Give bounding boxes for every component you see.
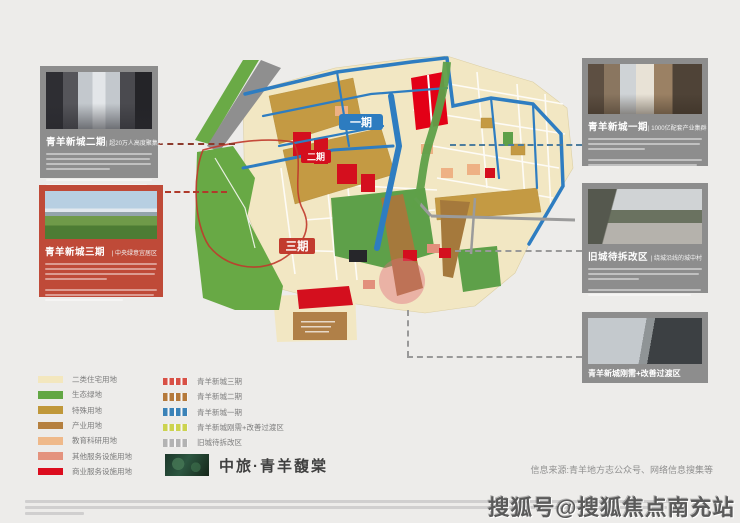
callout-subtitle: | 超20万人高度聚集区 bbox=[106, 138, 164, 147]
connector-transition-h bbox=[407, 356, 582, 358]
legend-item: 特殊用地 bbox=[38, 403, 132, 418]
legend-swatch bbox=[38, 422, 63, 430]
planning-poster: 一期 二期 三期 青羊新城二期 | 超20万人高度聚集区 青羊新城三期 | bbox=[0, 0, 740, 523]
legend-swatch bbox=[163, 378, 188, 386]
callout-qingyang-phase1: 青羊新城一期 | 1000亿配套产业集群 bbox=[582, 58, 708, 166]
legend-land-use: 二类住宅用地 生态绿地 特殊用地 产业用地 教育科研用地 其他服务设施用地 商业… bbox=[38, 372, 132, 479]
callout-transition-zone: 青羊新城刚需+改善过渡区 bbox=[582, 312, 708, 383]
legend-swatch bbox=[38, 452, 63, 460]
connector-oldtown bbox=[455, 250, 582, 252]
legend-item: 商业服务设施用地 bbox=[38, 464, 132, 479]
brand-logo: 中旅·青羊馥棠 bbox=[165, 454, 328, 476]
legend-swatch bbox=[163, 424, 188, 432]
phase2-label: 二期 bbox=[307, 151, 325, 162]
connector-qy3 bbox=[165, 191, 227, 193]
legend-item: 旧城待拆改区 bbox=[163, 435, 284, 450]
photo-old-town bbox=[588, 189, 702, 244]
legend-swatch bbox=[38, 437, 63, 445]
callout-body-placeholder bbox=[588, 268, 702, 296]
phase3-badge: 三期 bbox=[279, 238, 315, 254]
logo-text: 中旅·青羊馥棠 bbox=[219, 455, 328, 476]
legend-swatch bbox=[163, 408, 188, 416]
legend-item: 二类住宅用地 bbox=[38, 372, 132, 387]
callout-old-town: 旧城待拆改区 | 绕城沿线的城中村 bbox=[582, 183, 708, 293]
callout-title: 青羊新城一期 bbox=[588, 119, 648, 133]
callout-title: 青羊新城二期 bbox=[46, 134, 106, 148]
info-source: 信息来源:青羊地方志公众号、网络信息搜集等 bbox=[530, 463, 713, 476]
land-use-map: 一期 二期 三期 bbox=[185, 48, 575, 348]
legend-item: 青羊新城刚需+改善过渡区 bbox=[163, 420, 284, 435]
legend-swatch bbox=[38, 468, 63, 476]
connector-qy1 bbox=[450, 144, 582, 146]
legend-phases: 青羊新城三期 青羊新城二期 青羊新城一期 青羊新城刚需+改善过渡区 旧城待拆改区 bbox=[163, 374, 284, 450]
photo-transition bbox=[588, 318, 702, 364]
legend-item: 教育科研用地 bbox=[38, 433, 132, 448]
photo-phase2 bbox=[46, 72, 152, 129]
legend-swatch bbox=[163, 439, 188, 447]
legend-item: 其他服务设施用地 bbox=[38, 448, 132, 463]
phase1-badge: 一期 bbox=[339, 114, 383, 130]
legend-item: 青羊新城一期 bbox=[163, 405, 284, 420]
phase2-badge: 二期 bbox=[301, 150, 331, 163]
phase3-label: 三期 bbox=[286, 239, 309, 253]
legend-item: 青羊新城三期 bbox=[163, 374, 284, 389]
connector-transition-v bbox=[407, 310, 409, 357]
green-area-east bbox=[457, 246, 501, 292]
callout-subtitle: | 1000亿配套产业集群 bbox=[648, 123, 707, 132]
legend-item: 产业用地 bbox=[38, 418, 132, 433]
legend-item: 青羊新城二期 bbox=[163, 389, 284, 404]
watermark: 搜狐号@搜狐焦点南充站 bbox=[488, 491, 735, 522]
callout-body-placeholder bbox=[46, 153, 152, 186]
legend-swatch bbox=[163, 393, 188, 401]
legend-swatch bbox=[38, 406, 63, 414]
project-highlight bbox=[379, 258, 425, 304]
legend-swatch bbox=[38, 391, 63, 399]
legend-swatch bbox=[38, 376, 63, 384]
dark-parcel bbox=[349, 250, 367, 262]
photo-phase3 bbox=[45, 191, 157, 239]
callout-subtitle: | 绕城沿线的城中村 bbox=[651, 253, 702, 262]
logo-image bbox=[165, 454, 209, 476]
callout-title: 青羊新城三期 bbox=[45, 244, 105, 258]
callout-body-placeholder bbox=[45, 263, 157, 301]
callout-qingyang-phase2: 青羊新城二期 | 超20万人高度聚集区 bbox=[40, 66, 158, 178]
callout-qingyang-phase3: 青羊新城三期 | 中央绿意宜居区 bbox=[39, 185, 163, 297]
callout-title: 青羊新城刚需+改善过渡区 bbox=[588, 368, 702, 379]
callout-body-placeholder bbox=[588, 138, 702, 166]
callout-subtitle: | 中央绿意宜居区 bbox=[112, 248, 157, 257]
connector-qy2 bbox=[157, 143, 235, 145]
photo-phase1 bbox=[588, 64, 702, 114]
phase1-label: 一期 bbox=[350, 115, 372, 129]
callout-title: 旧城待拆改区 bbox=[588, 249, 648, 263]
legend-item: 生态绿地 bbox=[38, 387, 132, 402]
